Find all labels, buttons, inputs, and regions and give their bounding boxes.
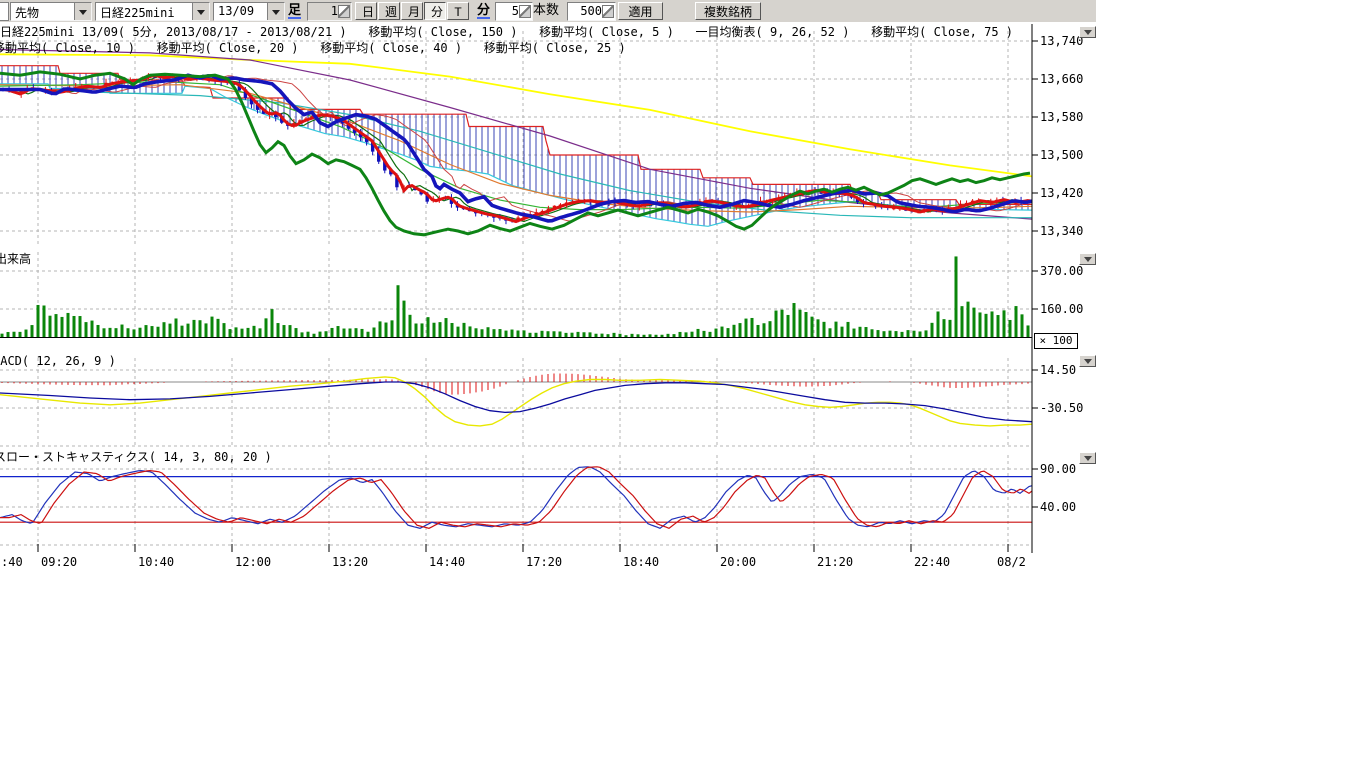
svg-text:20:00: 20:00 xyxy=(720,555,756,569)
combo-dropdown-button[interactable] xyxy=(192,3,209,20)
svg-text:40.00: 40.00 xyxy=(1040,500,1076,514)
macd-pane xyxy=(0,373,1032,425)
svg-text:160.00: 160.00 xyxy=(1040,302,1083,316)
bar-count-spinner[interactable]: 500 xyxy=(567,2,616,21)
stochastics-pane xyxy=(0,467,1032,529)
ma5-thick-red xyxy=(0,75,1032,221)
spinner-handle-icon[interactable] xyxy=(602,5,614,18)
svg-text:21:20: 21:20 xyxy=(817,555,853,569)
svg-text:09:20: 09:20 xyxy=(41,555,77,569)
volume-bars xyxy=(0,256,1032,337)
chevron-down-icon xyxy=(79,10,87,15)
ma150-yellow xyxy=(0,54,1032,176)
ichimoku-cloud xyxy=(0,66,1032,227)
spinner-handle-icon[interactable] xyxy=(519,5,531,18)
period-minute-button[interactable]: 分 xyxy=(424,2,446,20)
toolbar: 先物 日経225mini 13/09 足 1 日 週 月 分 T 分 5 本数 … xyxy=(0,0,1096,22)
bar-interval-value: 1 xyxy=(310,4,338,18)
symbol-value: 日経225mini xyxy=(100,4,191,21)
axes: 13,740 13,660 13,580 13,500 13,420 13,340 370.… xyxy=(1,24,1083,569)
chevron-down-icon xyxy=(1084,257,1092,262)
stoch-pane-dropdown-button[interactable] xyxy=(1079,452,1096,464)
svg-text:90.00: 90.00 xyxy=(1040,462,1076,476)
minute-interval-value: 5 xyxy=(498,4,519,18)
ma20-thick-blue xyxy=(0,75,1032,221)
svg-text:18:40: 18:40 xyxy=(623,555,659,569)
price-axis-labels: 13,740 13,660 13,580 13,500 13,420 13,340 xyxy=(1032,34,1083,238)
macd-line xyxy=(0,377,1032,426)
chart-canvas: 13,740 13,660 13,580 13,500 13,420 13,340 370.… xyxy=(0,0,1366,768)
svg-text:14:40: 14:40 xyxy=(429,555,465,569)
gridlines xyxy=(0,31,1032,545)
combo-dropdown-button[interactable] xyxy=(74,3,91,20)
chevron-down-icon xyxy=(1084,30,1092,35)
svg-text:10:40: 10:40 xyxy=(138,555,174,569)
period-tick-button[interactable]: T xyxy=(447,2,469,20)
spinner-handle-icon[interactable] xyxy=(338,5,350,18)
svg-text:17:20: 17:20 xyxy=(526,555,562,569)
chart-application-window: 13,740 13,660 13,580 13,500 13,420 13,340 370.… xyxy=(0,0,1366,768)
multi-symbol-button[interactable]: 複数銘柄 xyxy=(695,2,761,20)
svg-text:12:00: 12:00 xyxy=(235,555,271,569)
ma10-dark-green xyxy=(0,75,1032,221)
svg-text:370.00: 370.00 xyxy=(1040,264,1083,278)
svg-text:13,500: 13,500 xyxy=(1040,148,1083,162)
chevron-down-icon xyxy=(1084,456,1092,461)
symbol-type-value: 先物 xyxy=(15,4,73,21)
svg-text::40: :40 xyxy=(1,555,23,569)
chevron-down-icon xyxy=(197,10,205,15)
svg-text:13,740: 13,740 xyxy=(1040,34,1083,48)
apply-button[interactable]: 適用 xyxy=(618,2,663,20)
combo-dropdown-button[interactable] xyxy=(267,3,284,20)
volume-axis-labels: 370.00 160.00 xyxy=(1032,264,1083,316)
svg-text:14.50: 14.50 xyxy=(1040,363,1076,377)
bar-count-label: 本数 xyxy=(533,3,559,17)
ma75-thin-red xyxy=(0,75,1032,221)
macd-pane-dropdown-button[interactable] xyxy=(1079,355,1096,367)
bar-interval-spinner[interactable]: 1 xyxy=(307,2,352,21)
svg-text:-30.50: -30.50 xyxy=(1040,401,1083,415)
period-month-button[interactable]: 月 xyxy=(401,2,423,20)
svg-text:13:20: 13:20 xyxy=(332,555,368,569)
contract-month-combobox[interactable]: 13/09 xyxy=(213,2,285,21)
symbol-type-combobox[interactable]: 先物 xyxy=(10,2,92,21)
bar-count-value: 500 xyxy=(570,4,602,18)
svg-text:13,580: 13,580 xyxy=(1040,110,1083,124)
candlesticks xyxy=(1,73,1029,224)
svg-text:13,660: 13,660 xyxy=(1040,72,1083,86)
minute-label: 分 xyxy=(477,3,490,19)
volume-multiplier-badge: × 100 xyxy=(1034,333,1078,349)
svg-text:13,420: 13,420 xyxy=(1040,186,1083,200)
clipped-combo-edge xyxy=(0,2,9,21)
period-day-button[interactable]: 日 xyxy=(355,2,377,20)
bar-type-label: 足 xyxy=(288,3,301,19)
svg-text:08/2: 08/2 xyxy=(997,555,1026,569)
minute-interval-spinner[interactable]: 5 xyxy=(495,2,533,21)
symbol-combobox[interactable]: 日経225mini xyxy=(95,2,210,21)
svg-text:22:40: 22:40 xyxy=(914,555,950,569)
contract-month-value: 13/09 xyxy=(218,4,266,18)
period-week-button[interactable]: 週 xyxy=(378,2,400,20)
volume-pane-dropdown-button[interactable] xyxy=(1079,253,1096,265)
stoch-axis-labels: 90.00 40.00 xyxy=(1032,462,1076,514)
ma20-lightgreen xyxy=(0,81,1032,209)
chevron-down-icon xyxy=(272,10,280,15)
main-pane-dropdown-button[interactable] xyxy=(1079,26,1096,38)
svg-text:13,340: 13,340 xyxy=(1040,224,1083,238)
chevron-down-icon xyxy=(1084,359,1092,364)
time-axis-labels: :40 09:20 10:40 12:00 13:20 14:40 17:20 18:40 20… xyxy=(1,544,1026,569)
macd-axis-labels: 14.50 -30.50 xyxy=(1032,363,1083,415)
